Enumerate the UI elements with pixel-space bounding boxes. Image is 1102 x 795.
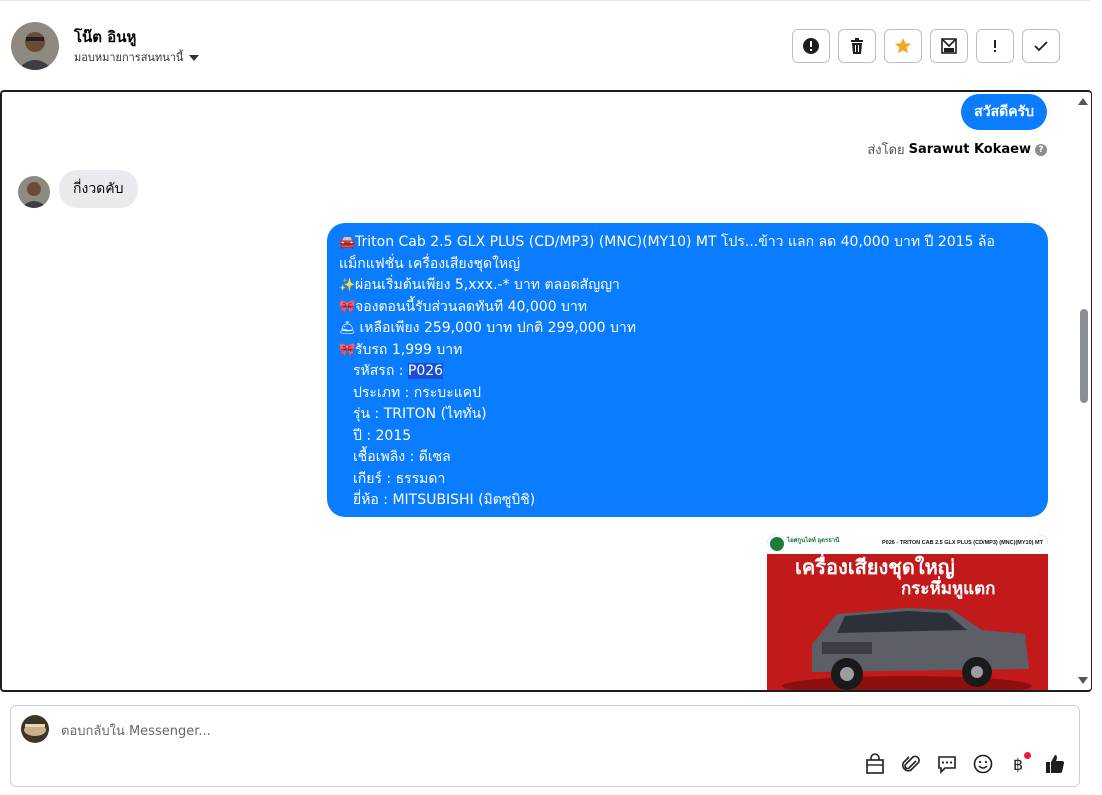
attach-button[interactable] bbox=[899, 752, 923, 776]
mail-icon bbox=[941, 38, 957, 54]
delete-button[interactable] bbox=[838, 29, 876, 63]
scrollbar-thumb[interactable] bbox=[1080, 309, 1088, 403]
listing-title-line2: แม็กแฟชั่น เครื่องเสียงชุดใหญ่ bbox=[339, 255, 521, 272]
exclamation-icon bbox=[994, 40, 996, 52]
bag-button[interactable] bbox=[863, 752, 887, 776]
reply-input[interactable]: ตอบกลับใน Messenger... bbox=[61, 720, 211, 741]
assign-label: มอบหมายการสนทนานี้ bbox=[74, 51, 184, 64]
alert-circle-icon bbox=[803, 38, 819, 54]
paperclip-icon bbox=[902, 755, 920, 772]
notification-dot bbox=[1024, 752, 1031, 759]
mark-done-button[interactable] bbox=[1022, 29, 1060, 63]
code-label: รหัสรถ : bbox=[353, 363, 408, 379]
ribbon-icon: 🎀 bbox=[339, 299, 356, 315]
listing-title-line: 🚘Triton Cab 2.5 GLX PLUS (CD/MP3) (MNC)(… bbox=[339, 232, 1036, 254]
saved-replies-button[interactable] bbox=[935, 752, 959, 776]
incoming-message[interactable]: กี่งวดคับ bbox=[59, 170, 138, 208]
emoji-icon bbox=[973, 754, 993, 774]
caret-down-icon bbox=[189, 55, 200, 61]
spec-brand: ยี่ห้อ : MITSUBISHI (มิตซูบิชิ) bbox=[353, 492, 536, 508]
check-icon bbox=[1034, 41, 1048, 52]
bell-icon: 🛎 bbox=[339, 321, 356, 336]
promo-pickup: รับรถ 1,999 บาท bbox=[355, 341, 463, 358]
outgoing-message[interactable]: สวัสดีครับ bbox=[961, 94, 1047, 130]
ad-headline2: กระหึ่มหูแตก bbox=[901, 576, 995, 600]
conversation-header: โน๊ต อินหู มอบหมายการสนทนานี้ bbox=[0, 0, 1090, 91]
star-button[interactable] bbox=[884, 29, 922, 63]
help-icon[interactable]: ? bbox=[1035, 143, 1047, 156]
ribbon-icon: 🎀 bbox=[339, 342, 356, 358]
promo-discount: จองตอนนี้รับส่วนลดทันที 40,000 บาท bbox=[355, 298, 588, 315]
report-button[interactable] bbox=[792, 29, 830, 63]
spec-type: ประเภท : กระบะแคป bbox=[353, 384, 481, 401]
sender-avatar[interactable] bbox=[18, 176, 50, 208]
payment-button[interactable]: ฿ bbox=[1007, 752, 1031, 776]
promo-installment: ผ่อนเริ่มต้นเพียง 5,xxx.-* บาท ตลอดสัญญา bbox=[355, 277, 620, 293]
reply-composer: ตอบกลับใน Messenger... ฿ bbox=[10, 705, 1080, 787]
assign-conversation-dropdown[interactable]: มอบหมายการสนทนานี้ bbox=[74, 48, 200, 66]
mark-unread-button[interactable] bbox=[930, 29, 968, 63]
speech-bubble-icon bbox=[938, 756, 956, 774]
spec-model: รุ่น : TRITON (ไททั่น) bbox=[353, 406, 487, 422]
car-icon: 🚘 bbox=[339, 235, 356, 250]
spec-fuel: เชื้อเพลิง : ดีเซล bbox=[353, 449, 451, 465]
sent-by-prefix: ส่งโดย bbox=[867, 143, 905, 158]
code-value: P026 bbox=[407, 363, 444, 379]
star-icon bbox=[895, 38, 911, 54]
sparkles-icon: ✨ bbox=[339, 278, 356, 293]
contact-name[interactable]: โน๊ต อินหู bbox=[74, 25, 136, 49]
scroll-down-arrow[interactable] bbox=[1078, 677, 1088, 684]
spec-year: ปี : 2015 bbox=[353, 427, 412, 444]
scroll-up-arrow[interactable] bbox=[1078, 98, 1088, 105]
ad-headline1: เครื่องเสียงชุดใหญ่ bbox=[795, 552, 955, 580]
message-thread[interactable]: สวัสดีครับ ส่งโดย Sarawut Kokaew ? กี่งว… bbox=[0, 90, 1092, 692]
sent-by-name: Sarawut Kokaew bbox=[908, 142, 1031, 157]
page-avatar bbox=[21, 715, 49, 743]
composer-tools: ฿ bbox=[863, 752, 1067, 776]
dealer-name: ไอศกูนไลท์ อุดรธานี bbox=[786, 536, 840, 545]
listing-message[interactable]: 🚘Triton Cab 2.5 GLX PLUS (CD/MP3) (MNC)(… bbox=[327, 223, 1048, 517]
banner-top: P026 - TRITON CAB 2.5 GLX PLUS (CD/MP3) … bbox=[882, 540, 1044, 546]
car-ad-image[interactable]: ไอศกูนไลท์ อุดรธานี P026 - TRITON CAB 2.… bbox=[767, 534, 1048, 690]
sent-by-label: ส่งโดย Sarawut Kokaew ? bbox=[867, 139, 1047, 160]
trash-icon bbox=[851, 38, 863, 54]
svg-text:฿: ฿ bbox=[1013, 755, 1023, 774]
emoji-button[interactable] bbox=[971, 752, 995, 776]
thumbs-up-icon bbox=[1046, 755, 1064, 773]
listing-title: Triton Cab 2.5 GLX PLUS (CD/MP3) (MNC)(M… bbox=[355, 234, 995, 250]
contact-avatar[interactable] bbox=[11, 22, 59, 70]
bag-icon bbox=[866, 753, 884, 774]
spec-gear: เกียร์ : ธรรมดา bbox=[353, 470, 446, 487]
promo-price: เหลือเพียง 259,000 บาท ปกติ 299,000 บาท bbox=[355, 320, 636, 336]
header-actions bbox=[792, 29, 1060, 63]
like-button[interactable] bbox=[1043, 752, 1067, 776]
follow-up-button[interactable] bbox=[976, 29, 1014, 63]
